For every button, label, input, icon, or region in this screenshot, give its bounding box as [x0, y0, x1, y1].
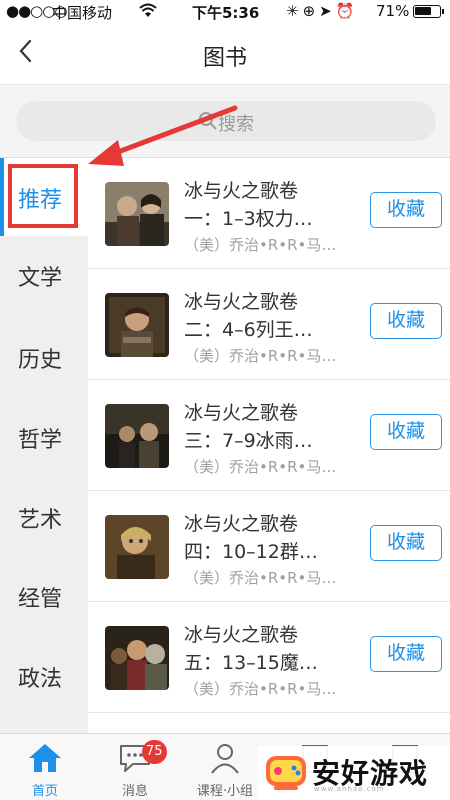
tab-label: 消息	[121, 784, 148, 799]
sidebar-item-economics[interactable]: 经管	[0, 557, 88, 635]
gamepad-logo-icon	[264, 750, 308, 794]
status-icons: ✳⊕➤⏰	[286, 2, 358, 20]
sidebar-item-history[interactable]: 历史	[0, 318, 88, 396]
sidebar-item-label: 哲学	[18, 428, 63, 453]
sidebar-item-label: 经管	[18, 587, 63, 612]
book-subtitle: 三：7–9冰雨…	[184, 430, 313, 452]
battery-percent: 71%	[376, 2, 410, 20]
book-title: 冰与火之歌卷	[184, 291, 299, 313]
book-subtitle: 二：4–6列王…	[184, 319, 313, 341]
watermark: 安好游戏 www.anhao.com	[258, 746, 450, 800]
category-sidebar: 推荐 文学 历史 哲学 艺术 经管 政法	[0, 158, 88, 733]
tab-label: 课程·小组	[196, 784, 254, 799]
list-item[interactable]: 冰与火之歌卷 二：4–6列王… （美）乔治•R•R•马… 收藏	[88, 269, 450, 380]
search-placeholder: 搜索	[218, 114, 254, 135]
collect-button[interactable]: 收藏	[370, 303, 442, 339]
collect-button[interactable]: 收藏	[370, 525, 442, 561]
book-author: （美）乔治•R•R•马…	[184, 680, 337, 698]
book-cover	[105, 515, 169, 579]
book-subtitle: 四：10–12群…	[184, 541, 318, 563]
book-author: （美）乔治•R•R•马…	[184, 236, 337, 254]
highlight-annotation-box	[8, 164, 78, 228]
book-title: 冰与火之歌卷	[184, 402, 299, 424]
book-subtitle: 一：1–3权力…	[184, 208, 313, 230]
sidebar-item-literature[interactable]: 文学	[0, 236, 88, 314]
home-icon	[27, 742, 63, 774]
sidebar-item-law[interactable]: 政法	[0, 637, 88, 715]
search-area: 搜索	[0, 84, 450, 158]
list-item[interactable]: 冰与火之歌卷 一：1–3权力… （美）乔治•R•R•马… 收藏	[88, 158, 450, 269]
sidebar-item-philosophy[interactable]: 哲学	[0, 398, 88, 476]
sidebar-item-art[interactable]: 艺术	[0, 478, 88, 556]
sidebar-item-label: 历史	[18, 348, 63, 373]
book-title: 冰与火之歌卷	[184, 513, 299, 535]
battery-icon	[413, 5, 444, 18]
list-item-partial[interactable]	[88, 713, 450, 733]
search-input[interactable]: 搜索	[16, 101, 436, 141]
location-icon: ➤	[319, 2, 336, 20]
book-title: 冰与火之歌卷	[184, 624, 299, 646]
battery-fill	[415, 7, 431, 15]
book-list: 冰与火之歌卷 一：1–3权力… （美）乔治•R•R•马… 收藏 冰与火之歌卷 二…	[88, 158, 450, 733]
page-title: 图书	[202, 46, 247, 71]
book-cover	[105, 626, 169, 690]
lock-rotation-icon: ⊕	[302, 2, 320, 20]
list-item[interactable]: 冰与火之歌卷 三：7–9冰雨… （美）乔治•R•R•马… 收藏	[88, 380, 450, 491]
list-item[interactable]: 冰与火之歌卷 五：13–15魔… （美）乔治•R•R•马… 收藏	[88, 602, 450, 713]
status-bar: ●●○○○ 中国移动 下午5:36 ✳⊕➤⏰ 71%	[0, 0, 450, 22]
book-cover	[105, 182, 169, 246]
sidebar-item-label: 文学	[18, 266, 63, 291]
book-author: （美）乔治•R•R•马…	[184, 458, 337, 476]
list-item[interactable]: 冰与火之歌卷 四：10–12群… （美）乔治•R•R•马… 收藏	[88, 491, 450, 602]
collect-button[interactable]: 收藏	[370, 414, 442, 450]
collect-button[interactable]: 收藏	[370, 192, 442, 228]
tab-home[interactable]: 首页	[0, 734, 90, 800]
tab-messages[interactable]: 75 消息	[90, 734, 180, 800]
nav-bar: 图书	[0, 22, 450, 84]
book-title: 冰与火之歌卷	[184, 180, 299, 202]
watermark-url: www.anhao.com	[314, 785, 385, 793]
tab-courses[interactable]: 课程·小组	[180, 734, 270, 800]
book-cover	[105, 404, 169, 468]
unread-badge: 75	[142, 740, 167, 764]
sidebar-item-label: 艺术	[18, 508, 63, 533]
carrier-name: 中国移动	[52, 4, 113, 22]
search-icon	[198, 111, 218, 131]
alarm-icon: ⏰	[335, 2, 359, 20]
book-subtitle: 五：13–15魔…	[184, 652, 318, 674]
book-author: （美）乔治•R•R•马…	[184, 569, 337, 587]
book-author: （美）乔治•R•R•马…	[184, 347, 337, 365]
wifi-icon	[138, 1, 158, 23]
tab-label: 首页	[31, 784, 58, 799]
status-time: 下午5:36	[192, 4, 260, 22]
person-icon	[207, 742, 243, 774]
book-cover	[105, 293, 169, 357]
collect-button[interactable]: 收藏	[370, 636, 442, 672]
loading-icon: ✳	[286, 2, 303, 20]
sidebar-item-label: 政法	[18, 667, 63, 692]
